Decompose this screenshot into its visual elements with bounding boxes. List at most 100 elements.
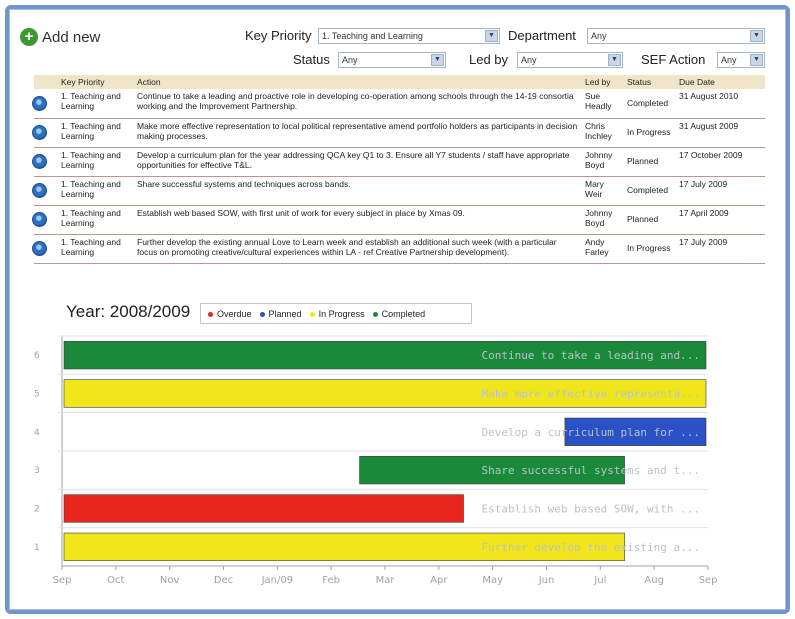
action-cell: Make more effective representation to lo… xyxy=(134,118,582,148)
view-item-icon[interactable] xyxy=(32,154,47,169)
y-tick-label: 2 xyxy=(34,505,40,515)
gantt-bar-label: Further develop the existing a... xyxy=(481,541,700,554)
legend-label: Completed xyxy=(381,308,426,319)
in-progress-dot-icon xyxy=(309,311,315,317)
led-by-cell: Johnny Boyd xyxy=(582,205,624,235)
due-date-cell: 31 August 2010 xyxy=(676,89,765,119)
x-tick-label: Feb xyxy=(322,575,340,586)
table-row[interactable]: 1. Teaching and Learning Develop a curric… xyxy=(32,147,765,177)
actions-table: Key Priority Action Led by Status Due Da… xyxy=(32,75,765,264)
x-tick-label: May xyxy=(482,575,503,586)
row-icon-cell xyxy=(32,118,58,148)
view-item-icon[interactable] xyxy=(32,183,47,198)
gantt-bar-label: Develop a curriculum plan for ... xyxy=(481,426,700,439)
plus-icon: + xyxy=(20,28,38,46)
x-tick-label: Aug xyxy=(644,575,664,586)
due-date-cell: 17 July 2009 xyxy=(676,234,765,264)
gantt-bar-label: Establish web based SOW, with ... xyxy=(481,503,700,516)
status-cell: Completed xyxy=(624,89,676,119)
y-tick-label: 1 xyxy=(34,543,40,553)
table-row[interactable]: 1. Teaching and Learning Further develop … xyxy=(32,234,765,264)
chevron-down-icon: ▼ xyxy=(608,54,621,66)
status-cell: Planned xyxy=(624,205,676,235)
row-icon-cell xyxy=(32,176,58,206)
chevron-down-icon: ▼ xyxy=(750,30,763,42)
table-row[interactable]: 1. Teaching and Learning Continue to take… xyxy=(32,89,765,119)
table-header-row: Key Priority Action Led by Status Due Da… xyxy=(34,75,765,89)
row-icon-cell xyxy=(32,205,58,235)
gantt-bar xyxy=(63,494,464,523)
led-by-select[interactable]: Any ▼ xyxy=(517,52,623,68)
department-value: Any xyxy=(591,31,607,41)
column-header: Action xyxy=(134,75,582,89)
overdue-dot-icon xyxy=(208,311,213,317)
legend-item-planned: Planned xyxy=(259,308,302,319)
column-header: Key Priority xyxy=(58,75,134,89)
gantt-bar-label: Make more effective representa... xyxy=(481,388,700,401)
y-tick-label: 5 xyxy=(34,390,40,400)
completed-dot-icon xyxy=(372,311,378,317)
key-priority-select[interactable]: 1. Teaching and Learning ▼ xyxy=(318,28,500,44)
sef-action-select[interactable]: Any ▼ xyxy=(717,52,765,68)
year-title: Year: 2008/2009 xyxy=(66,302,191,321)
row-icon-cell xyxy=(32,147,58,177)
y-tick-label: 6 xyxy=(34,351,40,361)
led-by-cell: Andy Farley xyxy=(582,234,624,264)
row-icon-cell xyxy=(32,89,58,119)
y-tick-label: 4 xyxy=(34,428,40,438)
action-cell: Develop a curriculum plan for the year a… xyxy=(134,147,582,177)
sef-action-label: SEF Action xyxy=(641,52,706,67)
column-header: Led by xyxy=(582,75,624,89)
led-by-cell: Sue Headly xyxy=(582,89,624,119)
column-header: Status xyxy=(624,75,676,89)
department-select[interactable]: Any ▼ xyxy=(587,28,765,44)
key-priority-cell: 1. Teaching and Learning xyxy=(58,234,134,264)
led-by-cell: Mary Weir xyxy=(582,176,624,206)
gantt-bar-label: Continue to take a leading and... xyxy=(481,349,700,362)
view-item-icon[interactable] xyxy=(32,241,47,256)
led-by-label: Led by xyxy=(469,52,509,67)
status-cell: In Progress xyxy=(624,234,676,264)
table-row[interactable]: 1. Teaching and Learning Make more effect… xyxy=(32,118,765,148)
legend-item-in-progress: In Progress xyxy=(309,308,365,319)
key-priority-cell: 1. Teaching and Learning xyxy=(58,176,134,206)
chevron-down-icon: ▼ xyxy=(485,30,498,42)
view-item-icon[interactable] xyxy=(32,125,47,140)
x-tick-label: Jun xyxy=(538,575,555,586)
key-priority-cell: 1. Teaching and Learning xyxy=(58,118,134,148)
chart-legend: Overdue Planned In Progress Completed xyxy=(200,303,472,324)
key-priority-value: 1. Teaching and Learning xyxy=(322,31,423,41)
x-tick-label: Mar xyxy=(376,575,396,586)
add-new-button[interactable]: + Add new xyxy=(20,28,100,46)
view-item-icon[interactable] xyxy=(32,95,47,111)
legend-item-completed: Completed xyxy=(372,308,426,319)
gantt-chart: 1 2 3 4 5 6 Sep Oct Nov Dec Jan/09 Feb Mar Apr May Jun J… xyxy=(34,335,717,586)
x-tick-label: Jul xyxy=(593,575,606,586)
table-row[interactable]: 1. Teaching and Learning Share successful… xyxy=(32,176,765,206)
x-tick-label: Oct xyxy=(107,575,124,586)
due-date-cell: 17 April 2009 xyxy=(676,205,765,235)
led-by-cell: Chris Inchley xyxy=(582,118,624,148)
key-priority-cell: 1. Teaching and Learning xyxy=(58,89,134,119)
legend-item-overdue: Overdue xyxy=(208,309,252,319)
chevron-down-icon: ▼ xyxy=(431,54,444,66)
x-tick-label: Dec xyxy=(214,575,233,586)
due-date-cell: 17 October 2009 xyxy=(676,147,765,177)
sef-action-value: Any xyxy=(721,55,737,65)
table-row[interactable]: 1. Teaching and Learning Establish web ba… xyxy=(32,205,765,235)
column-header: Due Date xyxy=(676,75,765,89)
status-cell: Planned xyxy=(624,147,676,177)
key-priority-cell: 1. Teaching and Learning xyxy=(58,147,134,177)
action-cell: Further develop the existing annual Love… xyxy=(134,234,582,264)
x-tick-label: Sep xyxy=(53,575,72,586)
legend-label: In Progress xyxy=(318,308,365,319)
action-cell: Establish web based SOW, with first unit… xyxy=(134,205,582,235)
status-value: Any xyxy=(342,55,358,65)
view-item-icon[interactable] xyxy=(32,212,47,227)
legend-label: Planned xyxy=(268,308,302,319)
status-cell: In Progress xyxy=(624,118,676,148)
status-select[interactable]: Any ▼ xyxy=(338,52,446,68)
due-date-cell: 17 July 2009 xyxy=(676,176,765,206)
gantt-bar-label: Share successful systems and t... xyxy=(481,464,700,477)
status-label: Status xyxy=(293,52,330,67)
